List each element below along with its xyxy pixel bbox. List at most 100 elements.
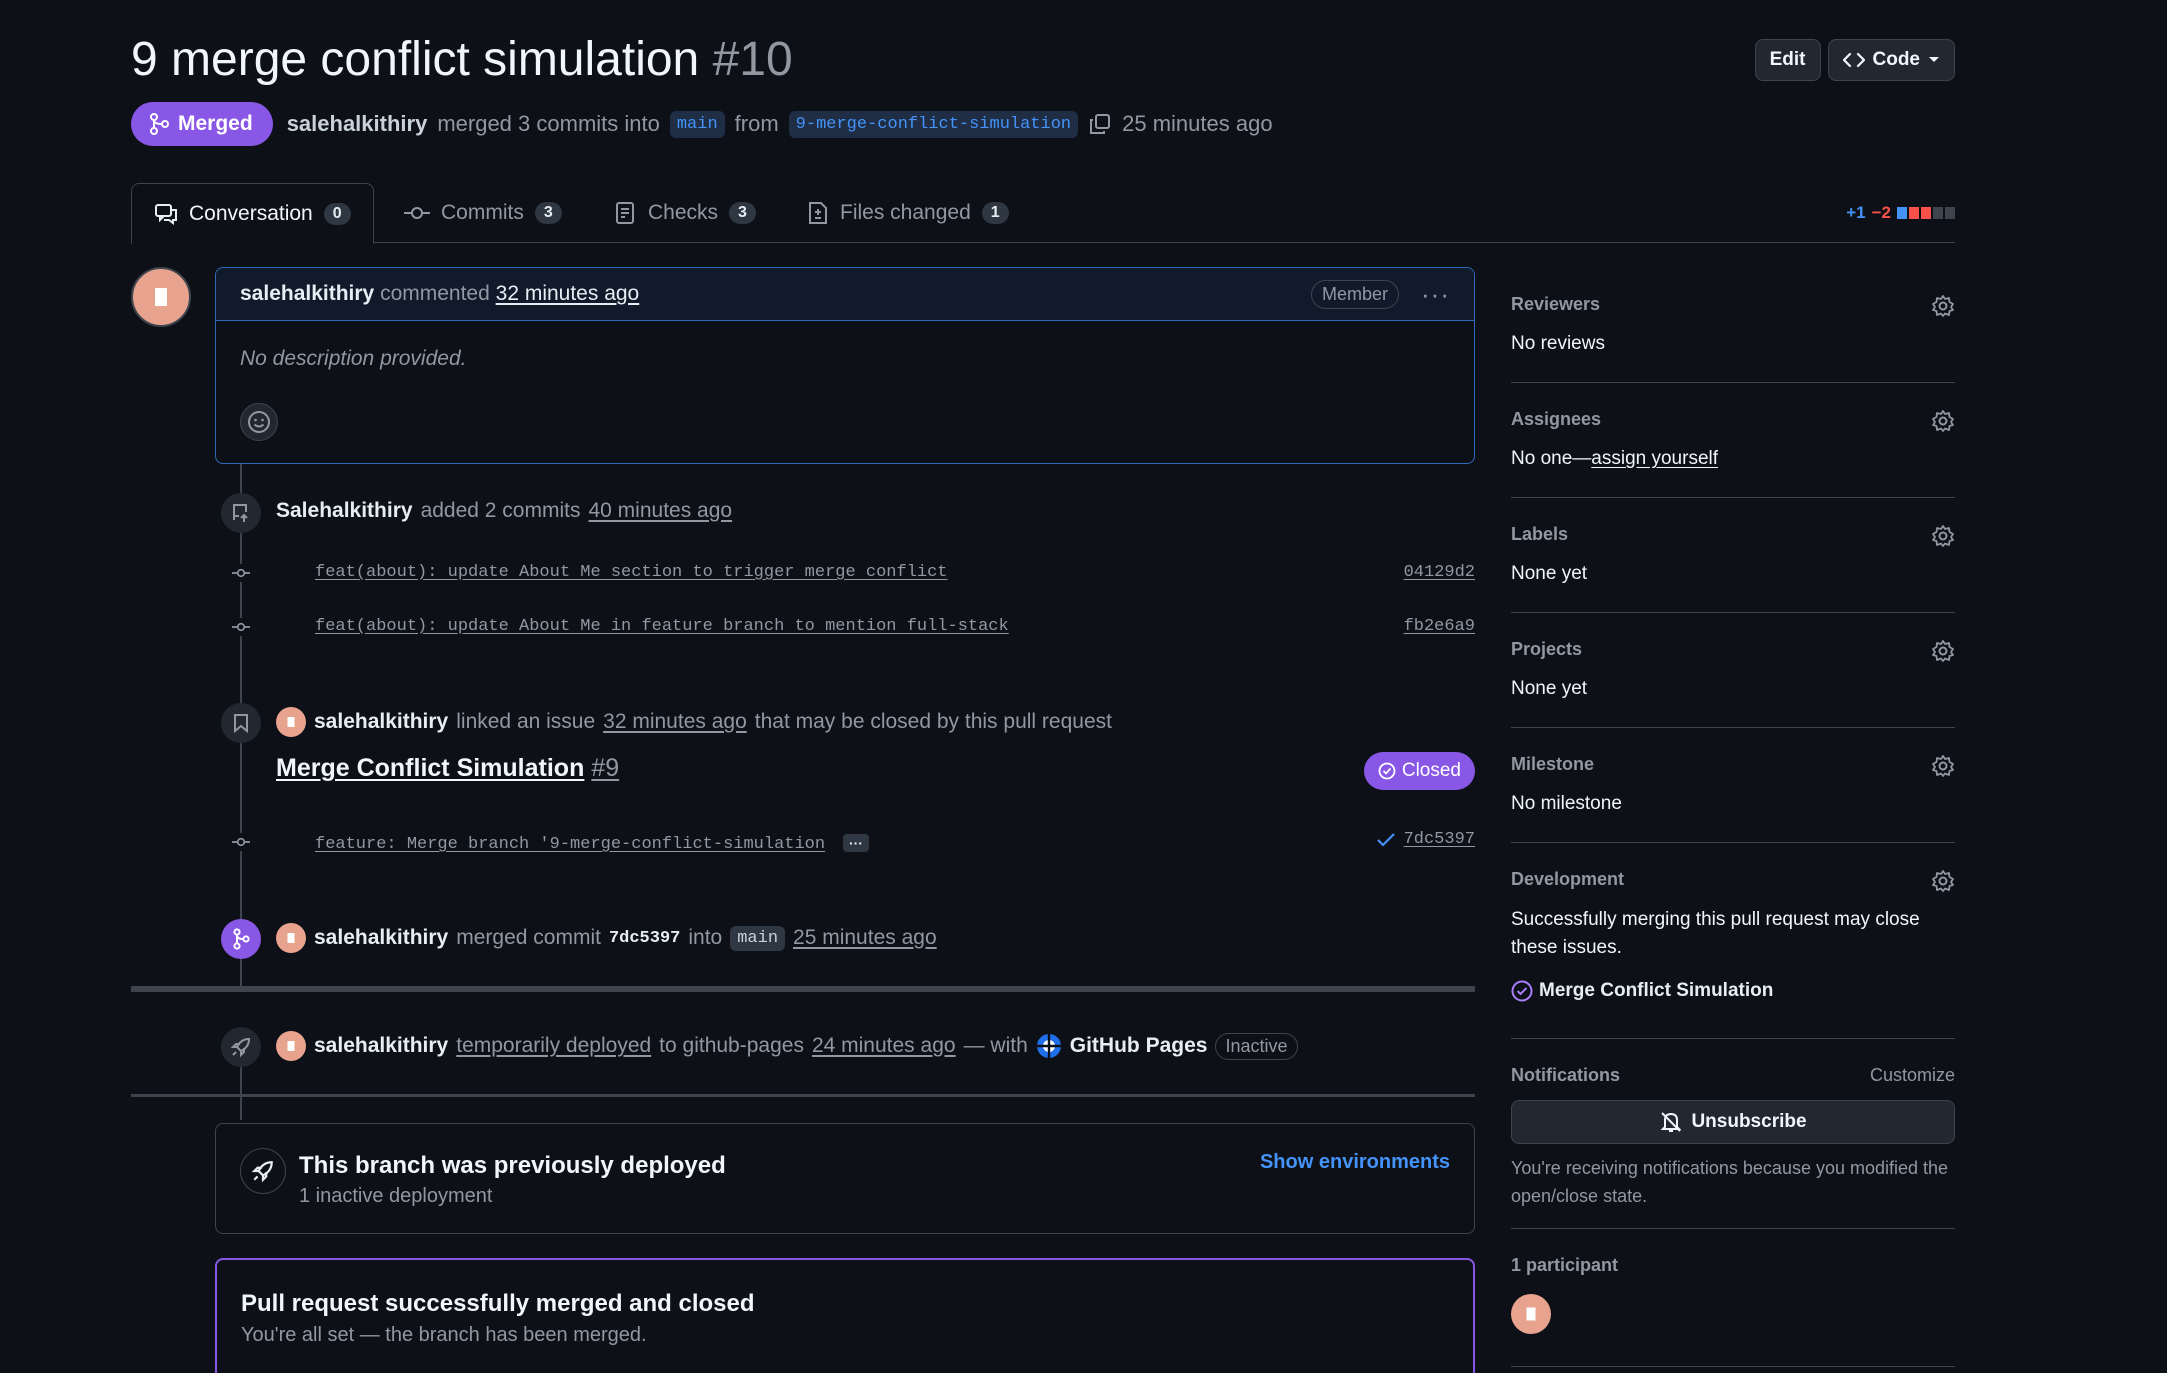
comment-body: No description provided. bbox=[240, 347, 467, 370]
sidebar-value: None yet bbox=[1511, 563, 1588, 584]
avatar[interactable] bbox=[276, 1031, 306, 1061]
commit-message-link[interactable]: feature: Merge branch '9-merge-conflict-… bbox=[315, 835, 825, 854]
comment-author-avatar[interactable] bbox=[131, 267, 191, 327]
deploy-app-name[interactable]: GitHub Pages bbox=[1070, 1034, 1208, 1058]
event-author[interactable]: salehalkithiry bbox=[314, 926, 448, 950]
pr-title: 9 merge conflict simulation #10 bbox=[131, 32, 793, 87]
commit-message-link[interactable]: feat(about): update About Me section to … bbox=[315, 563, 948, 582]
merge-sha[interactable]: 7dc5397 bbox=[609, 929, 680, 948]
edit-button[interactable]: Edit bbox=[1754, 39, 1821, 81]
assign-yourself-link[interactable]: assign yourself bbox=[1591, 448, 1718, 469]
sidebar-development: Development Successfully merging this pu… bbox=[1511, 843, 1955, 1039]
event-author[interactable]: salehalkithiry bbox=[314, 1034, 448, 1058]
sidebar-assignees: Assignees No one—assign yourself bbox=[1511, 383, 1955, 498]
sidebar-heading[interactable]: Labels bbox=[1511, 524, 1955, 545]
pr-title-text: 9 merge conflict simulation bbox=[131, 33, 700, 86]
code-icon bbox=[1842, 52, 1865, 68]
sidebar-heading[interactable]: Projects bbox=[1511, 639, 1955, 660]
from-word: from bbox=[734, 111, 779, 136]
rocket-icon bbox=[240, 1148, 286, 1194]
diffstat-block bbox=[1909, 207, 1919, 219]
tab-label: Commits bbox=[441, 201, 524, 224]
sidebar-heading[interactable]: Assignees bbox=[1511, 409, 1955, 430]
commit-sha-link[interactable]: fb2e6a9 bbox=[1404, 617, 1475, 636]
sidebar: Reviewers No reviews Assignees No one—as… bbox=[1511, 268, 1955, 1367]
pr-time: 25 minutes ago bbox=[1122, 111, 1273, 136]
development-issue[interactable]: Merge Conflict Simulation bbox=[1511, 980, 1955, 1002]
bookmark-icon bbox=[221, 703, 261, 743]
issue-number[interactable]: #9 bbox=[591, 754, 619, 782]
comment-author[interactable]: salehalkithiry bbox=[240, 282, 374, 306]
gear-icon[interactable] bbox=[1931, 294, 1955, 318]
tab-counter: 0 bbox=[323, 202, 351, 225]
commit-message-link[interactable]: feat(about): update About Me in feature … bbox=[315, 617, 1009, 636]
base-branch[interactable]: main bbox=[669, 110, 725, 138]
unsubscribe-button[interactable]: Unsubscribe bbox=[1511, 1100, 1955, 1144]
tab-checks[interactable]: Checks 3 bbox=[615, 183, 756, 243]
merge-commit-row: feature: Merge branch '9-merge-conflict-… bbox=[315, 830, 869, 854]
diffstat-blocks bbox=[1897, 207, 1955, 219]
tab-files-changed[interactable]: Files changed 1 bbox=[807, 183, 1009, 243]
tab-counter: 3 bbox=[534, 202, 562, 224]
commit-sha-link[interactable]: 7dc5397 bbox=[1404, 830, 1475, 849]
merge-target-branch[interactable]: main bbox=[730, 925, 786, 951]
pr-description-comment: salehalkithiry commented 32 minutes ago … bbox=[215, 267, 1475, 464]
deployment-link[interactable]: temporarily deployed bbox=[456, 1034, 651, 1058]
issue-closed-badge: Closed bbox=[1363, 752, 1475, 790]
gear-icon[interactable] bbox=[1931, 639, 1955, 663]
repo-push-icon bbox=[221, 493, 261, 533]
sidebar-heading[interactable]: Development bbox=[1511, 869, 1955, 890]
linked-issue-link[interactable]: Merge Conflict Simulation #9 bbox=[276, 754, 619, 783]
kebab-icon[interactable]: ··· bbox=[1421, 279, 1450, 310]
tab-label: Conversation bbox=[189, 201, 313, 225]
comment-discussion-icon bbox=[155, 203, 177, 225]
sidebar-notifications: Notifications Customize Unsubscribe You'… bbox=[1511, 1039, 1955, 1229]
development-text: Successfully merging this pull request m… bbox=[1511, 909, 1920, 958]
smiley-icon bbox=[248, 411, 270, 433]
chevron-down-icon bbox=[1929, 57, 1939, 62]
gear-icon[interactable] bbox=[1931, 524, 1955, 548]
event-time-link[interactable]: 24 minutes ago bbox=[812, 1034, 956, 1058]
avatar[interactable] bbox=[276, 707, 306, 737]
tab-conversation[interactable]: Conversation 0 bbox=[131, 183, 374, 244]
bell-slash-icon bbox=[1661, 1112, 1682, 1132]
diffstat-block bbox=[1945, 207, 1955, 219]
participant-avatar[interactable] bbox=[1511, 1294, 1551, 1334]
diffstat: +1 −2 bbox=[1846, 203, 1955, 223]
issue-title[interactable]: Merge Conflict Simulation bbox=[276, 754, 584, 782]
sidebar-heading[interactable]: Milestone bbox=[1511, 754, 1955, 775]
comment-time-link[interactable]: 32 minutes ago bbox=[496, 282, 640, 306]
expand-commit-button[interactable]: ··· bbox=[842, 834, 869, 852]
event-time-link[interactable]: 40 minutes ago bbox=[588, 499, 732, 523]
sidebar-projects: Projects None yet bbox=[1511, 613, 1955, 728]
show-environments-button[interactable]: Show environments bbox=[1260, 1151, 1450, 1174]
merge-status-title: Pull request successfully merged and clo… bbox=[241, 1290, 755, 1317]
sidebar-heading[interactable]: Reviewers bbox=[1511, 294, 1955, 315]
event-author[interactable]: salehalkithiry bbox=[314, 710, 448, 734]
gear-icon[interactable] bbox=[1931, 754, 1955, 778]
check-icon[interactable] bbox=[1376, 832, 1396, 848]
git-commit-icon bbox=[232, 618, 250, 636]
sidebar-heading: Notifications bbox=[1511, 1065, 1621, 1085]
commit-sha-link[interactable]: 04129d2 bbox=[1404, 563, 1475, 582]
customize-link[interactable]: Customize bbox=[1870, 1065, 1955, 1086]
copy-icon[interactable] bbox=[1088, 112, 1112, 136]
pr-number: #10 bbox=[712, 33, 793, 86]
deploy-title: This branch was previously deployed bbox=[299, 1152, 726, 1179]
with-word: — with bbox=[963, 1034, 1028, 1057]
add-reaction-button[interactable] bbox=[240, 403, 278, 441]
code-button[interactable]: Code bbox=[1827, 39, 1955, 81]
comment-header: salehalkithiry commented 32 minutes ago … bbox=[216, 268, 1474, 321]
git-commit-icon bbox=[232, 833, 250, 851]
event-time-link[interactable]: 25 minutes ago bbox=[793, 926, 937, 950]
head-branch[interactable]: 9-merge-conflict-simulation bbox=[788, 110, 1079, 138]
gear-icon[interactable] bbox=[1931, 869, 1955, 893]
avatar[interactable] bbox=[276, 923, 306, 953]
development-issue-title[interactable]: Merge Conflict Simulation bbox=[1539, 980, 1773, 1002]
tab-commits[interactable]: Commits 3 bbox=[404, 183, 562, 243]
event-time-link[interactable]: 32 minutes ago bbox=[603, 710, 747, 734]
gear-icon[interactable] bbox=[1931, 409, 1955, 433]
pr-author[interactable]: salehalkithiry bbox=[287, 111, 428, 137]
comment-action: commented bbox=[380, 282, 490, 305]
event-author[interactable]: Salehalkithiry bbox=[276, 499, 413, 523]
